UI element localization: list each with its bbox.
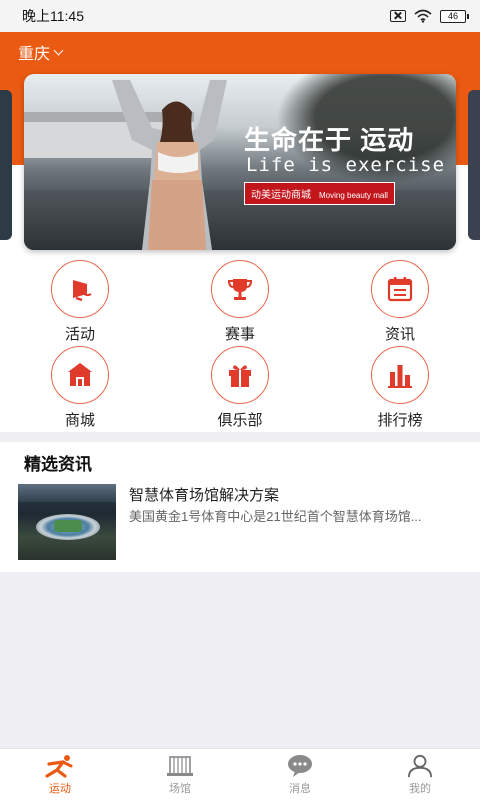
tab-label: 场馆 bbox=[169, 783, 191, 795]
news-headline: 智慧体育场馆解决方案 bbox=[129, 487, 280, 504]
megaphone-icon bbox=[73, 280, 92, 302]
grid-item-store[interactable]: 商城 bbox=[20, 346, 140, 432]
store-icon bbox=[68, 363, 92, 386]
grid-item-club[interactable]: 俱乐部 bbox=[180, 346, 300, 432]
grid-item-label: 排行榜 bbox=[377, 412, 423, 429]
tab-label: 运动 bbox=[49, 783, 71, 795]
section-title: 精选资讯 bbox=[24, 455, 92, 474]
calendar-news-icon bbox=[387, 277, 413, 302]
news-summary: 美国黄金1号体育中心是21世纪首个智慧体育场馆... bbox=[129, 509, 422, 524]
grid-item-label: 赛事 bbox=[224, 326, 255, 343]
grid-item-news[interactable]: 资讯 bbox=[340, 260, 460, 346]
battery-icon: 46 bbox=[440, 9, 469, 23]
news-thumb-sky bbox=[18, 484, 116, 502]
featured-news-section: 精选资讯 智慧体育场馆解决方案 美国黄金1号体育中心是21世纪首个智慧体育场馆.… bbox=[0, 442, 480, 572]
ranking-bars-icon bbox=[388, 365, 412, 388]
chevron-down-icon bbox=[53, 45, 64, 55]
grid-item-circle bbox=[211, 260, 269, 318]
banner-tag: 动美运动商城 Moving beauty mall bbox=[244, 182, 395, 205]
banner-tag-cn: 动美运动商城 bbox=[251, 190, 311, 201]
tab-profile[interactable]: 我的 bbox=[360, 749, 480, 800]
chat-bubble-icon bbox=[288, 755, 312, 777]
grid-item-label: 俱乐部 bbox=[217, 412, 263, 429]
banner-athlete-image bbox=[112, 80, 227, 250]
grid-item-label: 活动 bbox=[64, 326, 95, 343]
tab-venue[interactable]: 场馆 bbox=[120, 749, 240, 800]
banner-tag-en: Moving beauty mall bbox=[319, 191, 388, 200]
promo-banner[interactable]: 生命在于 运动 Life is exercise 动美运动商城 Moving be… bbox=[24, 74, 456, 250]
grid-item-circle bbox=[51, 260, 109, 318]
grid-item-circle bbox=[211, 346, 269, 404]
banner-title: 生命在于 运动 bbox=[244, 125, 415, 155]
news-thumb-field bbox=[54, 520, 82, 532]
status-time: 晚上11:45 bbox=[22, 8, 84, 24]
tab-sport[interactable]: 运动 bbox=[0, 749, 120, 800]
tab-label: 消息 bbox=[289, 783, 311, 795]
sim-off-icon bbox=[390, 10, 406, 22]
person-icon bbox=[408, 754, 432, 778]
grid-item-circle bbox=[51, 346, 109, 404]
grid-item-circle bbox=[371, 260, 429, 318]
grid-item-activity[interactable]: 活动 bbox=[20, 260, 140, 346]
app-header: 重庆 bbox=[0, 32, 480, 72]
stadium-icon bbox=[167, 756, 193, 776]
grid-item-label: 商城 bbox=[64, 412, 95, 429]
gift-icon bbox=[229, 365, 251, 387]
tab-messages[interactable]: 消息 bbox=[240, 749, 360, 800]
grid-item-competition[interactable]: 赛事 bbox=[180, 260, 300, 346]
carousel-prev-slide[interactable] bbox=[0, 90, 12, 240]
bottom-tab-bar: 运动 场馆 消息 我的 bbox=[0, 748, 480, 800]
news-thumbnail bbox=[18, 484, 116, 560]
trophy-icon bbox=[227, 279, 253, 300]
city-name: 重庆 bbox=[18, 46, 51, 63]
grid-item-ranking[interactable]: 排行榜 bbox=[340, 346, 460, 432]
feature-grid: 活动 赛事 资讯 商城 俱乐部 排行榜 bbox=[0, 260, 480, 432]
wifi-icon bbox=[414, 9, 432, 23]
carousel-next-slide[interactable] bbox=[468, 90, 480, 240]
grid-item-circle bbox=[371, 346, 429, 404]
runner-icon bbox=[45, 755, 73, 778]
status-bar: 晚上11:45 46 bbox=[0, 0, 480, 32]
banner-subtitle: Life is exercise bbox=[246, 154, 446, 176]
city-selector[interactable]: 重庆 bbox=[18, 40, 64, 64]
grid-item-label: 资讯 bbox=[384, 326, 415, 343]
tab-label: 我的 bbox=[409, 783, 431, 795]
